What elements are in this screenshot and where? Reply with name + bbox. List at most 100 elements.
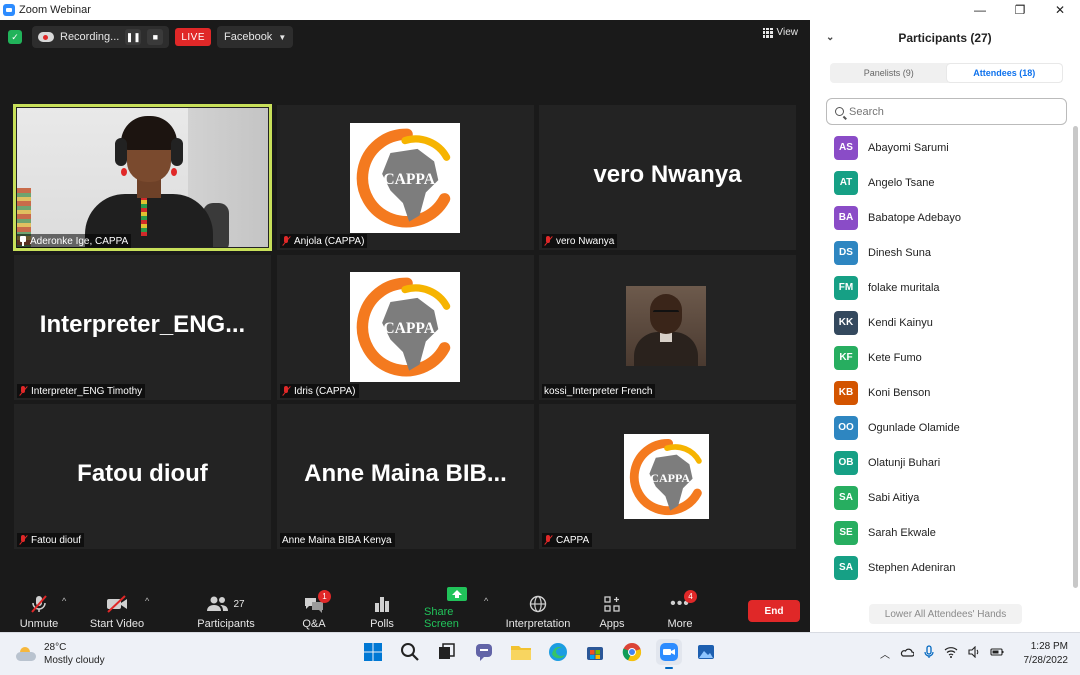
attendee-row[interactable]: OB Olatunji Buhari	[810, 445, 1068, 480]
participant-name: Anjola (CAPPA)	[294, 235, 365, 247]
tile-name-label: Fatou diouf	[17, 533, 85, 547]
avatar: KK	[834, 310, 858, 335]
onedrive-cloud-icon[interactable]	[900, 647, 915, 660]
attendee-row[interactable]: FM folake muritala	[810, 270, 1068, 305]
attendee-row[interactable]: OO Ogunlade Olamide	[810, 410, 1068, 445]
stream-target-dropdown[interactable]: Facebook ▼	[217, 26, 294, 48]
zoom-taskbar-icon[interactable]	[656, 639, 682, 669]
chrome-icon[interactable]	[619, 639, 645, 665]
edge-browser-icon[interactable]	[545, 639, 571, 665]
qa-button[interactable]: 1 Q&A	[294, 588, 334, 632]
more-button[interactable]: ••• 4 More	[660, 588, 700, 632]
pause-recording-button[interactable]: ❚❚	[125, 29, 142, 45]
minimize-button[interactable]: —	[960, 0, 1000, 20]
zoom-app-icon	[3, 4, 15, 16]
apps-label: Apps	[599, 618, 625, 630]
search-input[interactable]	[849, 105, 1049, 118]
attendee-name: folake muritala	[868, 281, 940, 294]
attendee-row[interactable]: AT Angelo Tsane	[810, 165, 1068, 200]
tile-name-label: Aderonke Ige, CAPPA	[17, 234, 132, 248]
microphone-tray-icon[interactable]	[924, 645, 934, 662]
live-badge[interactable]: LIVE	[175, 28, 211, 46]
attendee-row[interactable]: SA Stephen Adeniran	[810, 550, 1068, 585]
collapse-chevron-icon[interactable]: ⌄	[826, 32, 834, 43]
share-options-caret-icon[interactable]: ^	[484, 596, 488, 606]
view-button[interactable]: View	[762, 27, 799, 38]
file-explorer-icon[interactable]	[508, 639, 534, 665]
participants-button[interactable]: 27 Participants	[196, 588, 256, 632]
tab-panelists[interactable]: Panelists (9)	[831, 64, 947, 82]
video-tile[interactable]: CAPPA Idris (CAPPA)	[277, 255, 534, 400]
attendee-row[interactable]: SE Sarah Ekwale	[810, 515, 1068, 550]
unmute-label: Unmute	[19, 618, 59, 630]
attendee-row[interactable]: DS Dinesh Suna	[810, 235, 1068, 270]
interpretation-button[interactable]: Interpretation	[502, 588, 574, 632]
restore-button[interactable]: ❐	[1000, 0, 1040, 20]
tab-attendees[interactable]: Attendees (18)	[946, 64, 1062, 82]
attendee-row[interactable]: SA Sabi Aitiya	[810, 480, 1068, 515]
attendee-row[interactable]: AS Abayomi Sarumi	[810, 130, 1068, 165]
avatar: OB	[834, 450, 858, 475]
audio-options-caret-icon[interactable]: ^	[62, 596, 66, 606]
attendee-row[interactable]: KF Kete Fumo	[810, 340, 1068, 375]
avatar: KF	[834, 345, 858, 370]
encryption-shield-icon[interactable]: ✓	[8, 30, 22, 44]
participant-big-name: Anne Maina BIB...	[304, 459, 507, 487]
teams-chat-icon[interactable]	[471, 639, 497, 665]
weather-condition: Mostly cloudy	[44, 655, 105, 666]
video-tile[interactable]: vero Nwanya vero Nwanya	[539, 105, 796, 250]
end-meeting-button[interactable]: End	[748, 600, 800, 622]
start-video-button[interactable]: Start Video	[88, 588, 146, 632]
video-tile[interactable]: Interpreter_ENG... Interpreter_ENG Timot…	[14, 255, 271, 400]
video-tile[interactable]: Fatou diouf Fatou diouf	[14, 404, 271, 549]
polls-button[interactable]: Polls	[362, 588, 402, 632]
avatar: SA	[834, 555, 858, 580]
participant-search[interactable]	[826, 98, 1067, 125]
attendee-name: Sabi Aitiya	[868, 491, 920, 504]
photos-icon[interactable]	[693, 639, 719, 665]
close-button[interactable]: ✕	[1040, 0, 1080, 20]
video-tile[interactable]: CAPPA Anjola (CAPPA)	[277, 105, 534, 250]
video-tile[interactable]: Anne Maina BIB... Anne Maina BIBA Kenya	[277, 404, 534, 549]
microsoft-store-icon[interactable]	[582, 639, 608, 665]
attendee-name: Kendi Kainyu	[868, 316, 933, 329]
recording-indicator: Recording... ❚❚ ■	[32, 26, 170, 48]
polls-bar-icon	[371, 594, 393, 614]
video-tile[interactable]: CAPPA CAPPA	[539, 404, 796, 549]
stop-recording-button[interactable]: ■	[147, 29, 164, 45]
task-view-icon[interactable]	[434, 639, 460, 665]
cappa-logo-graphic: CAPPA	[356, 128, 451, 228]
avatar: AS	[834, 135, 858, 160]
share-screen-arrow-icon	[446, 586, 468, 602]
unmute-button[interactable]: Unmute	[16, 588, 62, 632]
taskbar-clock[interactable]: 1:28 PM 7/28/2022	[1016, 640, 1069, 668]
attendee-row[interactable]: KK Kendi Kainyu	[810, 305, 1068, 340]
stream-target-label: Facebook	[224, 31, 273, 43]
speaker-video	[17, 108, 268, 247]
polls-label: Polls	[370, 618, 394, 630]
attendee-row[interactable]: BA Babatope Adebayo	[810, 200, 1068, 235]
battery-icon[interactable]	[990, 647, 1004, 660]
attendee-row[interactable]: KB Koni Benson	[810, 375, 1068, 410]
windows-start-icon[interactable]	[360, 639, 386, 665]
participant-big-name: Interpreter_ENG...	[39, 310, 246, 338]
search-taskbar-icon[interactable]	[397, 639, 423, 665]
participant-big-name: Fatou diouf	[77, 459, 208, 487]
weather-widget[interactable]: 28°C Mostly cloudy	[16, 641, 105, 667]
qa-chat-icon: 1	[303, 590, 331, 614]
wifi-icon[interactable]	[944, 646, 958, 661]
apps-button[interactable]: Apps	[592, 588, 632, 632]
participant-photo	[626, 286, 706, 366]
show-hidden-icons-caret-icon[interactable]: ︿	[880, 646, 890, 661]
share-screen-button[interactable]: Share Screen	[424, 586, 490, 632]
video-tile[interactable]: kossi_Interpreter French	[539, 255, 796, 400]
volume-icon[interactable]	[968, 645, 980, 661]
video-tile[interactable]: Aderonke Ige, CAPPA	[13, 104, 272, 251]
attendee-list-scrollbar[interactable]	[1072, 126, 1078, 588]
lower-all-hands-button[interactable]: Lower All Attendees' Hands	[869, 604, 1022, 624]
view-label: View	[776, 27, 799, 38]
video-options-caret-icon[interactable]: ^	[145, 596, 149, 606]
cappa-logo: CAPPA	[350, 123, 460, 233]
window-titlebar: Zoom Webinar — ❐ ✕	[0, 0, 1080, 20]
avatar: FM	[834, 275, 858, 300]
